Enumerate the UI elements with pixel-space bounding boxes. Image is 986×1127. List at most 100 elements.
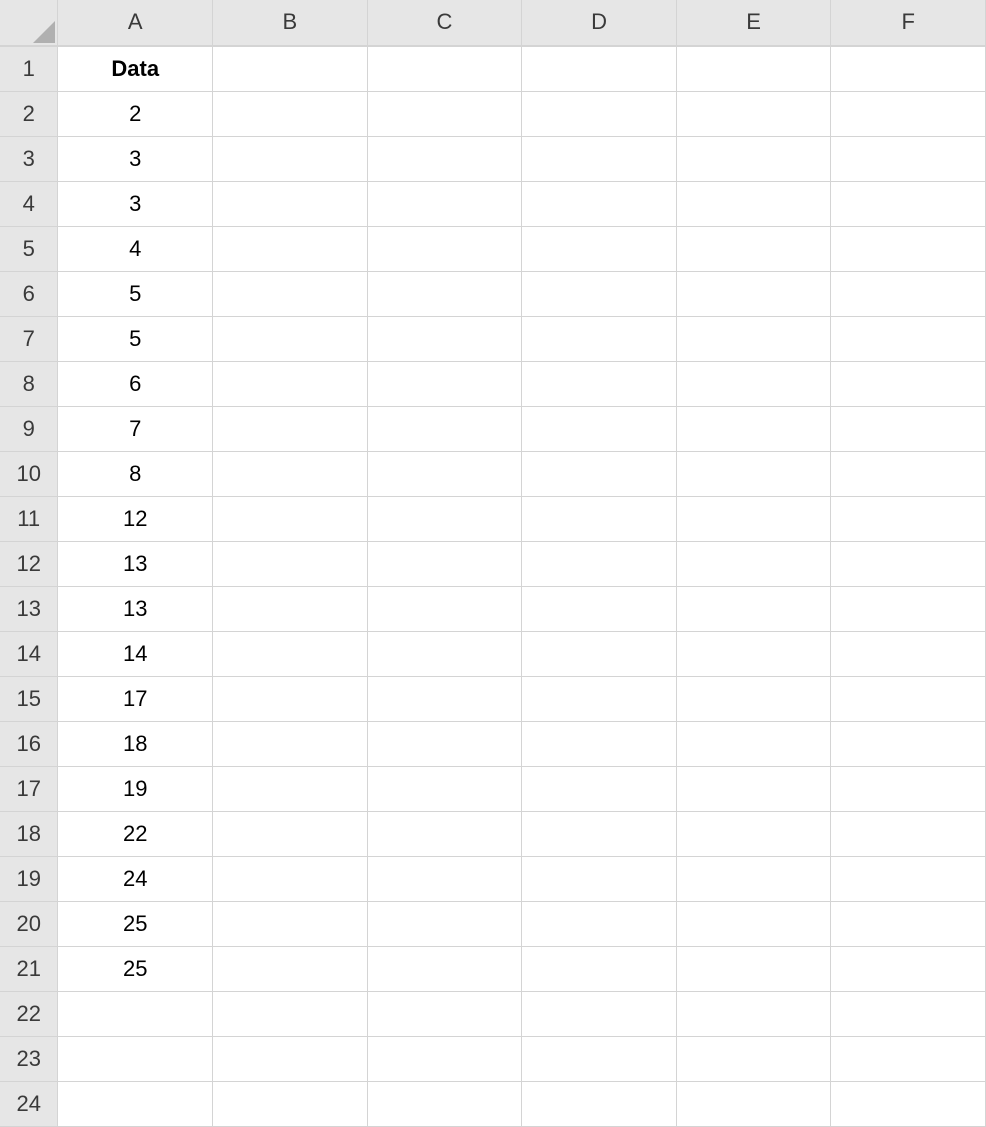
column-header-D[interactable]: D bbox=[522, 0, 677, 45]
cell-E6[interactable] bbox=[676, 271, 831, 316]
cell-F18[interactable] bbox=[831, 811, 986, 856]
cell-C7[interactable] bbox=[367, 316, 522, 361]
cell-D10[interactable] bbox=[522, 451, 677, 496]
cell-E21[interactable] bbox=[676, 946, 831, 991]
row-header-9[interactable]: 9 bbox=[0, 406, 58, 451]
cell-D5[interactable] bbox=[522, 226, 677, 271]
cell-B19[interactable] bbox=[213, 856, 368, 901]
cell-A13[interactable]: 13 bbox=[58, 586, 213, 631]
cell-C12[interactable] bbox=[367, 541, 522, 586]
cell-D23[interactable] bbox=[522, 1036, 677, 1081]
cell-A18[interactable]: 22 bbox=[58, 811, 213, 856]
cell-B7[interactable] bbox=[213, 316, 368, 361]
cell-B8[interactable] bbox=[213, 361, 368, 406]
cell-E1[interactable] bbox=[676, 46, 831, 91]
cell-D6[interactable] bbox=[522, 271, 677, 316]
cell-F14[interactable] bbox=[831, 631, 986, 676]
cell-F1[interactable] bbox=[831, 46, 986, 91]
row-header-17[interactable]: 17 bbox=[0, 766, 58, 811]
cell-B14[interactable] bbox=[213, 631, 368, 676]
row-header-20[interactable]: 20 bbox=[0, 901, 58, 946]
cell-C19[interactable] bbox=[367, 856, 522, 901]
cell-A23[interactable] bbox=[58, 1036, 213, 1081]
column-header-E[interactable]: E bbox=[676, 0, 831, 45]
cell-B6[interactable] bbox=[213, 271, 368, 316]
row-header-6[interactable]: 6 bbox=[0, 271, 58, 316]
cell-D16[interactable] bbox=[522, 721, 677, 766]
row-header-22[interactable]: 22 bbox=[0, 991, 58, 1036]
cell-A17[interactable]: 19 bbox=[58, 766, 213, 811]
cell-D13[interactable] bbox=[522, 586, 677, 631]
cell-C8[interactable] bbox=[367, 361, 522, 406]
cell-E12[interactable] bbox=[676, 541, 831, 586]
cell-E14[interactable] bbox=[676, 631, 831, 676]
cell-B3[interactable] bbox=[213, 136, 368, 181]
cell-D7[interactable] bbox=[522, 316, 677, 361]
cell-A12[interactable]: 13 bbox=[58, 541, 213, 586]
cell-A4[interactable]: 3 bbox=[58, 181, 213, 226]
cell-F3[interactable] bbox=[831, 136, 986, 181]
cell-F22[interactable] bbox=[831, 991, 986, 1036]
cell-F21[interactable] bbox=[831, 946, 986, 991]
row-header-5[interactable]: 5 bbox=[0, 226, 58, 271]
cell-B4[interactable] bbox=[213, 181, 368, 226]
cell-B13[interactable] bbox=[213, 586, 368, 631]
cell-F12[interactable] bbox=[831, 541, 986, 586]
cell-E2[interactable] bbox=[676, 91, 831, 136]
cell-F20[interactable] bbox=[831, 901, 986, 946]
cell-C3[interactable] bbox=[367, 136, 522, 181]
row-header-8[interactable]: 8 bbox=[0, 361, 58, 406]
cell-B11[interactable] bbox=[213, 496, 368, 541]
cell-A10[interactable]: 8 bbox=[58, 451, 213, 496]
cell-A3[interactable]: 3 bbox=[58, 136, 213, 181]
cell-A20[interactable]: 25 bbox=[58, 901, 213, 946]
cell-A21[interactable]: 25 bbox=[58, 946, 213, 991]
cell-C6[interactable] bbox=[367, 271, 522, 316]
cell-C4[interactable] bbox=[367, 181, 522, 226]
cell-A2[interactable]: 2 bbox=[58, 91, 213, 136]
cell-B18[interactable] bbox=[213, 811, 368, 856]
cell-E9[interactable] bbox=[676, 406, 831, 451]
cell-F10[interactable] bbox=[831, 451, 986, 496]
row-header-1[interactable]: 1 bbox=[0, 46, 58, 91]
cell-B22[interactable] bbox=[213, 991, 368, 1036]
select-all-corner[interactable] bbox=[0, 0, 58, 45]
cell-C9[interactable] bbox=[367, 406, 522, 451]
cell-D20[interactable] bbox=[522, 901, 677, 946]
cell-A9[interactable]: 7 bbox=[58, 406, 213, 451]
cell-B20[interactable] bbox=[213, 901, 368, 946]
cell-C10[interactable] bbox=[367, 451, 522, 496]
cell-F19[interactable] bbox=[831, 856, 986, 901]
cell-C22[interactable] bbox=[367, 991, 522, 1036]
cell-D24[interactable] bbox=[522, 1081, 677, 1126]
cell-A16[interactable]: 18 bbox=[58, 721, 213, 766]
cell-C24[interactable] bbox=[367, 1081, 522, 1126]
cell-C14[interactable] bbox=[367, 631, 522, 676]
cell-F8[interactable] bbox=[831, 361, 986, 406]
cell-D15[interactable] bbox=[522, 676, 677, 721]
cell-C11[interactable] bbox=[367, 496, 522, 541]
cell-F24[interactable] bbox=[831, 1081, 986, 1126]
cell-F5[interactable] bbox=[831, 226, 986, 271]
cell-A22[interactable] bbox=[58, 991, 213, 1036]
row-header-16[interactable]: 16 bbox=[0, 721, 58, 766]
cell-B1[interactable] bbox=[213, 46, 368, 91]
cell-D1[interactable] bbox=[522, 46, 677, 91]
cell-C2[interactable] bbox=[367, 91, 522, 136]
cell-B16[interactable] bbox=[213, 721, 368, 766]
cell-F11[interactable] bbox=[831, 496, 986, 541]
cell-F4[interactable] bbox=[831, 181, 986, 226]
cell-A7[interactable]: 5 bbox=[58, 316, 213, 361]
cell-A6[interactable]: 5 bbox=[58, 271, 213, 316]
column-header-A[interactable]: A bbox=[58, 0, 213, 45]
row-header-23[interactable]: 23 bbox=[0, 1036, 58, 1081]
cell-B5[interactable] bbox=[213, 226, 368, 271]
cell-B21[interactable] bbox=[213, 946, 368, 991]
cell-B9[interactable] bbox=[213, 406, 368, 451]
row-header-19[interactable]: 19 bbox=[0, 856, 58, 901]
cell-E5[interactable] bbox=[676, 226, 831, 271]
cell-A19[interactable]: 24 bbox=[58, 856, 213, 901]
cell-C15[interactable] bbox=[367, 676, 522, 721]
cell-D11[interactable] bbox=[522, 496, 677, 541]
column-header-F[interactable]: F bbox=[831, 0, 986, 45]
